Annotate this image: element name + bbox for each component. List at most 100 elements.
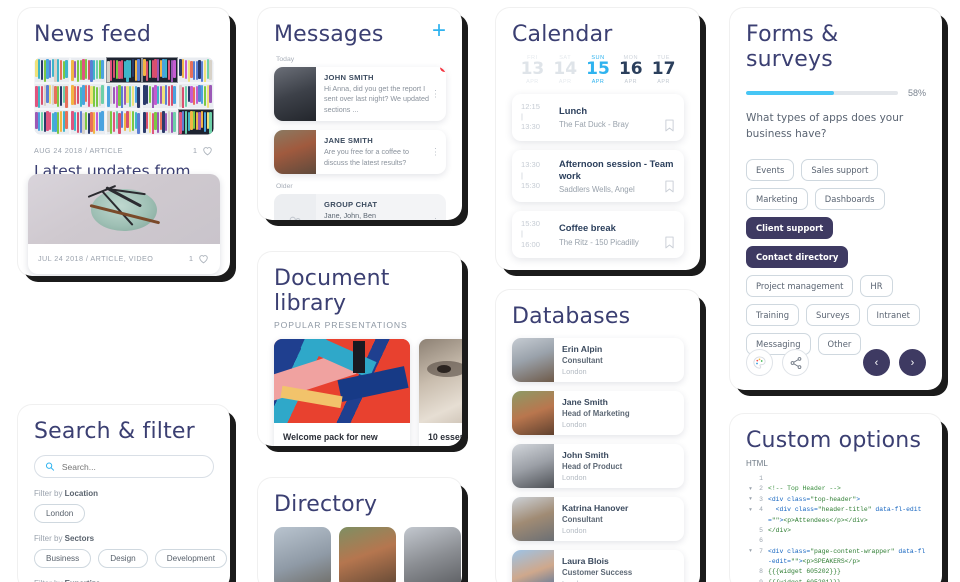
news-article-2-meta: JUL 24 2018 / ARTICLE, VIDEO xyxy=(38,254,154,263)
fold-arrow[interactable] xyxy=(746,578,755,579)
event-start: 12:15 xyxy=(521,101,541,111)
search-input[interactable] xyxy=(61,461,203,472)
avatar[interactable] xyxy=(274,527,331,582)
filter-chip[interactable]: Business xyxy=(34,549,92,568)
event-title: Lunch xyxy=(559,105,588,117)
message-row[interactable]: JOHN SMITH Hi Anna, did you get the repo… xyxy=(274,67,446,122)
fold-arrow[interactable] xyxy=(746,567,755,568)
person-row[interactable]: Katrina Hanover Consultant London xyxy=(512,497,684,541)
day-month: APR xyxy=(558,78,572,85)
message-row[interactable]: JANE SMITH Are you free for a coffee to … xyxy=(274,130,446,175)
day-month: APR xyxy=(624,78,638,85)
filter-chip[interactable]: Design xyxy=(98,549,148,568)
event-body: Afternoon session - Team work Saddlers W… xyxy=(555,158,675,194)
person-row[interactable]: John Smith Head of Product London xyxy=(512,444,684,488)
custom-options-title: Custom options xyxy=(746,428,922,453)
news-article-card-2[interactable]: JUL 24 2018 / ARTICLE, VIDEO 1 xyxy=(28,174,220,274)
like-count-2: 1 xyxy=(188,254,193,263)
avatar[interactable] xyxy=(339,527,396,582)
heart-icon[interactable] xyxy=(201,144,214,157)
day-number: 15 xyxy=(586,59,610,79)
person-info: Laura Blois Customer Success London xyxy=(554,550,640,582)
add-message-button[interactable]: + xyxy=(432,19,446,43)
avatar[interactable] xyxy=(404,527,461,582)
document-card[interactable]: Welcome pack for new joiners xyxy=(274,339,410,446)
forms-surveys-card: Forms & surveys 58% What types of apps d… xyxy=(730,8,942,390)
message-menu-icon[interactable]: ⋮ xyxy=(431,147,440,156)
code-text: </div> xyxy=(768,526,792,534)
avatar xyxy=(512,497,554,541)
share-icon[interactable] xyxy=(782,349,809,376)
shelf-cell xyxy=(106,57,142,83)
shelf-cell xyxy=(142,109,178,135)
fold-arrow[interactable] xyxy=(746,526,755,527)
line-number: 9 xyxy=(755,578,768,582)
message-row[interactable]: GROUP CHAT Jane, John, Ben Hi all. A qui… xyxy=(274,194,446,220)
filter-chip[interactable]: London xyxy=(34,504,86,523)
heart-icon[interactable] xyxy=(197,252,210,265)
message-members: Jane, John, Ben xyxy=(324,211,376,220)
calendar-day[interactable]: TUE 17 APR xyxy=(647,55,680,85)
message-sender: GROUP CHAT xyxy=(324,200,378,210)
message-menu-icon[interactable]: ⋮ xyxy=(431,89,440,98)
survey-option-selected[interactable]: Client support xyxy=(746,216,834,239)
person-row[interactable]: Jane Smith Head of Marketing London xyxy=(512,391,684,435)
calendar-day[interactable]: FRI 13 APR xyxy=(516,55,549,85)
event-title: Afternoon session - Team work xyxy=(559,157,674,181)
next-button[interactable]: › xyxy=(899,349,926,376)
fold-arrow[interactable]: ▾ xyxy=(746,484,755,493)
person-role: Head of Marketing xyxy=(562,409,630,418)
line-number: 5 xyxy=(759,526,763,534)
shelf-cell xyxy=(142,83,178,109)
fold-arrow[interactable]: ▾ xyxy=(746,495,755,504)
day-number: 16 xyxy=(618,59,643,79)
code-editor[interactable]: 1 ▾ 2 <!-- Top Header --> ▾ 3 <div class="top-… xyxy=(746,474,926,582)
person-role: Consultant xyxy=(562,356,603,365)
survey-option[interactable]: Sales support xyxy=(801,158,879,181)
calendar-day[interactable]: SAT 14 APR xyxy=(549,55,582,85)
survey-option-selected[interactable]: Contact directory xyxy=(746,245,849,268)
search-box[interactable] xyxy=(34,455,214,478)
message-menu-icon[interactable]: ⋮ xyxy=(431,217,440,220)
survey-option[interactable]: Training xyxy=(746,303,800,326)
palette-icon[interactable] xyxy=(746,349,773,376)
survey-option[interactable]: Events xyxy=(746,158,795,181)
shelf-cell xyxy=(142,57,178,83)
previous-button[interactable]: ‹ xyxy=(863,349,890,376)
message-text: JOHN SMITH Hi Anna, did you get the repo… xyxy=(316,67,446,121)
code-text: <div class="page-content-wrapper" data-f… xyxy=(768,547,926,565)
group-avatar xyxy=(274,194,316,220)
calendar-event[interactable]: 13:30 | 15:30 Afternoon session - Team w… xyxy=(512,149,684,203)
footer-icons xyxy=(746,349,809,376)
event-location: The Ritz - 150 Picadilly xyxy=(559,237,639,247)
bookmark-icon[interactable] xyxy=(664,119,675,132)
survey-option[interactable]: Marketing xyxy=(746,187,808,210)
survey-option[interactable]: Surveys xyxy=(806,303,860,326)
fold-arrow[interactable]: ▾ xyxy=(746,547,755,556)
custom-options-card: Custom options HTML 1 ▾ 2 <!-- Top Header -… xyxy=(730,414,942,582)
calendar-day[interactable]: MON 16 APR xyxy=(614,55,647,85)
person-row[interactable]: Erin Alpin Consultant London xyxy=(512,338,684,382)
calendar-day-selected[interactable]: SUN 15 APR xyxy=(582,55,615,85)
filter-chip[interactable]: Development xyxy=(154,549,227,568)
line-number: 3 xyxy=(759,495,763,503)
document-card[interactable]: 10 essential pieces xyxy=(419,339,462,446)
fold-arrow[interactable] xyxy=(746,536,755,537)
survey-option[interactable]: HR xyxy=(860,274,893,297)
message-text: GROUP CHAT Jane, John, Ben Hi all. A qui… xyxy=(316,194,446,220)
fold-arrow[interactable] xyxy=(746,474,755,475)
fold-arrow[interactable]: ▾ xyxy=(746,505,755,514)
bookmark-icon[interactable] xyxy=(664,236,675,249)
directory-card: Directory xyxy=(258,478,462,582)
calendar-event[interactable]: 12:15 | 13:30 Lunch The Fat Duck - Bray xyxy=(512,93,684,141)
person-row[interactable]: Laura Blois Customer Success London xyxy=(512,550,684,582)
survey-option[interactable]: Dashboards xyxy=(814,187,885,210)
search-icon xyxy=(45,462,55,471)
person-role: Customer Success xyxy=(562,568,633,577)
databases-title: Databases xyxy=(512,304,631,329)
bookmark-icon[interactable] xyxy=(664,180,675,193)
survey-option[interactable]: Project management xyxy=(746,274,854,297)
calendar-event[interactable]: 15:30 | 16:00 Coffee break The Ritz - 15… xyxy=(512,211,684,258)
code-language-label: HTML xyxy=(746,459,768,468)
survey-option[interactable]: Intranet xyxy=(866,303,920,326)
